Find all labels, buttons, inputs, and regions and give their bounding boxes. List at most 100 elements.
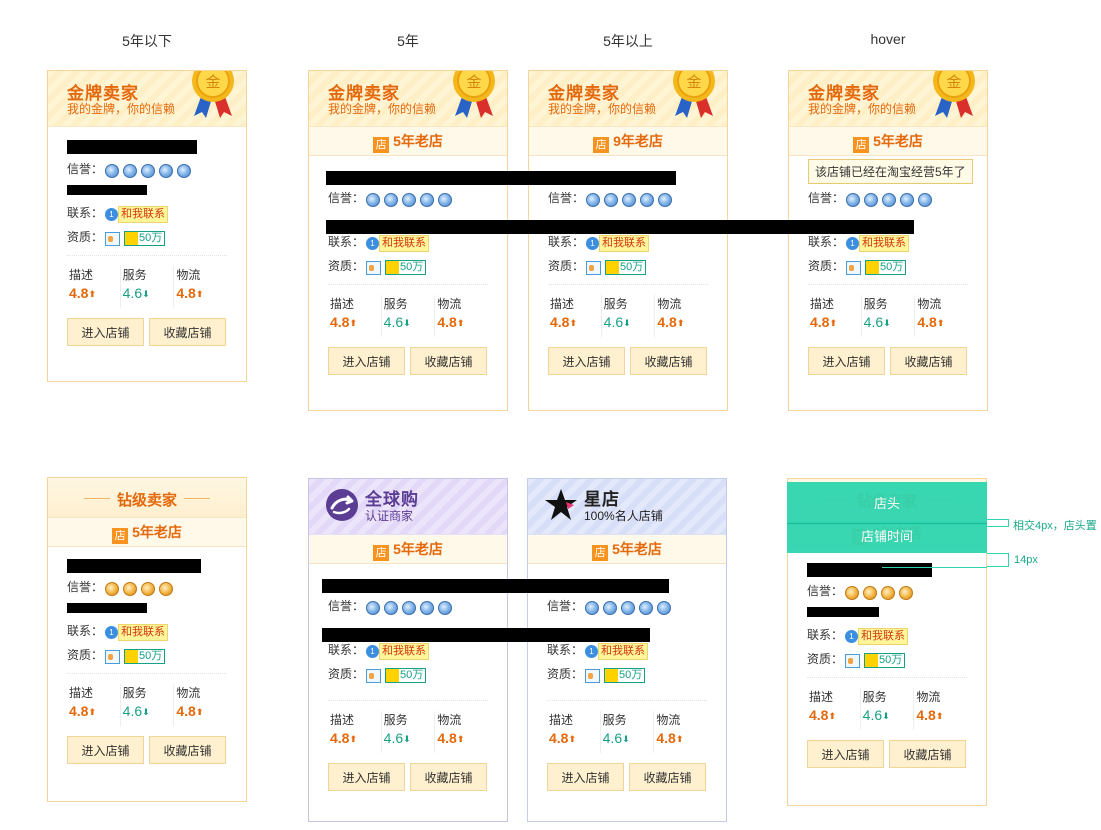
credit-medals-icon bbox=[105, 158, 195, 182]
score-panel: 描述 4.8⬆ 服务 4.6⬇ 物流 4.8⬆ bbox=[807, 678, 967, 740]
contact-button[interactable]: 1 和我联系 bbox=[846, 235, 909, 253]
shop-card-gold-hover: 金牌卖家 我的金牌，你的信赖 金 店 5年老店 信誉： 联系： 1 和我联系 资质： 5… bbox=[788, 70, 988, 411]
collect-shop-button[interactable]: 收藏店铺 bbox=[629, 763, 706, 791]
id-card-icon bbox=[846, 260, 861, 275]
chat-icon: 1 bbox=[366, 237, 379, 251]
credit-medals-icon bbox=[366, 187, 456, 211]
enter-shop-button[interactable]: 进入店铺 bbox=[67, 318, 144, 346]
shop-badge-icon: 店 bbox=[853, 137, 870, 153]
redacted-info bbox=[67, 185, 147, 195]
deposit-badge: 50万 bbox=[124, 231, 166, 247]
chat-icon: 1 bbox=[586, 237, 599, 251]
collect-shop-button[interactable]: 收藏店铺 bbox=[890, 347, 967, 375]
contact-button[interactable]: 1 和我联系 bbox=[105, 206, 168, 224]
collect-shop-button[interactable]: 收藏店铺 bbox=[630, 347, 707, 375]
annotation-note-gap: 14px bbox=[1014, 554, 1038, 566]
chat-icon: 1 bbox=[105, 626, 118, 640]
annotation-divider bbox=[787, 523, 987, 524]
collect-shop-button[interactable]: 收藏店铺 bbox=[149, 318, 226, 346]
enter-shop-button[interactable]: 进入店铺 bbox=[548, 347, 625, 375]
gold-medal-icon: 金 bbox=[192, 71, 234, 118]
deposit-badge: 50万 bbox=[864, 653, 906, 669]
score-panel: 描述 4.8⬆ 服务 4.6⬇ 物流 4.8⬆ bbox=[67, 674, 227, 736]
shop-card-gold-over5: 金牌卖家 我的金牌，你的信赖 金 店 9年老店 信誉： 联系： 1 和我联系 资质： 5… bbox=[528, 70, 728, 411]
score-panel: 描述 4.8⬆ 服务 4.6⬇ 物流 4.8⬆ bbox=[547, 701, 707, 763]
shop-age: 店 9年老店 bbox=[529, 127, 727, 156]
score-panel: 描述 4.8⬆ 服务 4.6⬇ 物流 4.8⬆ bbox=[548, 285, 708, 347]
card-header: 钻级卖家 bbox=[48, 478, 246, 518]
header-subtitle: 我的金牌，你的信赖 bbox=[67, 102, 176, 116]
card-header: 金牌卖家 我的金牌，你的信赖 金 bbox=[309, 71, 507, 127]
credit-row: 信誉： bbox=[67, 157, 227, 181]
credit-crowns-icon bbox=[845, 580, 917, 604]
deposit-badge: 50万 bbox=[604, 668, 646, 684]
annotation-guide bbox=[882, 567, 987, 568]
enter-shop-button[interactable]: 进入店铺 bbox=[547, 763, 624, 791]
credit-medals-icon bbox=[846, 187, 936, 211]
contact-button[interactable]: 1 和我联系 bbox=[105, 624, 168, 642]
deposit-badge: 50万 bbox=[385, 260, 427, 276]
enter-shop-button[interactable]: 进入店铺 bbox=[808, 347, 885, 375]
contact-button[interactable]: 1 和我联系 bbox=[366, 643, 429, 661]
card-header: 金牌卖家 我的金牌，你的信赖 金 bbox=[529, 71, 727, 127]
credit-crowns-icon bbox=[105, 576, 177, 600]
credit-medals-icon bbox=[366, 595, 456, 619]
qual-row: 资质： 50万 bbox=[67, 225, 227, 249]
contact-button[interactable]: 1 和我联系 bbox=[366, 235, 429, 253]
shop-age: 店5年老店 bbox=[48, 518, 246, 547]
enter-shop-button[interactable]: 进入店铺 bbox=[807, 740, 884, 768]
gold-medal-icon: 金 bbox=[673, 71, 715, 118]
contact-button[interactable]: 1 和我联系 bbox=[845, 628, 908, 646]
shop-age: 店5年老店 bbox=[528, 535, 726, 564]
shop-card-diamond: 钻级卖家 店 5年老店 信誉： 联系： 1 和我联系 资质： 50万 描述 4.8⬆ 服务… bbox=[47, 477, 247, 802]
id-card-icon bbox=[105, 649, 120, 664]
annotation-head: 店头 bbox=[787, 482, 987, 525]
svg-text:金: 金 bbox=[946, 73, 961, 91]
deposit-badge: 50万 bbox=[605, 260, 647, 276]
shop-age-tooltip: 该店铺已经在淘宝经营5年了 bbox=[808, 159, 973, 184]
caption-hover: hover bbox=[870, 31, 906, 47]
card-header: 金牌卖家 我的金牌，你的信赖 金 bbox=[789, 71, 987, 127]
id-card-icon bbox=[845, 653, 860, 668]
chat-icon: 1 bbox=[845, 630, 858, 644]
shop-age[interactable]: 店 5年老店 bbox=[789, 127, 987, 156]
chat-icon: 1 bbox=[846, 237, 859, 251]
shop-badge-icon: 店 bbox=[112, 528, 129, 544]
header-subtitle: 100%名人店铺 bbox=[584, 509, 663, 523]
annotation-bracket-overlap bbox=[987, 519, 1009, 527]
id-card-icon bbox=[585, 668, 600, 683]
enter-shop-button[interactable]: 进入店铺 bbox=[328, 347, 405, 375]
chat-icon: 1 bbox=[585, 645, 598, 659]
caption-5: 5年 bbox=[397, 33, 419, 49]
contact-button[interactable]: 1 和我联系 bbox=[586, 235, 649, 253]
redacted-bar bbox=[326, 171, 676, 185]
score-panel: 描述 4.8⬆ 服务 4.6⬇ 物流 4.8⬆ bbox=[808, 285, 968, 347]
deposit-badge: 50万 bbox=[385, 668, 427, 684]
gold-medal-icon: 金 bbox=[453, 71, 495, 118]
enter-shop-button[interactable]: 进入店铺 bbox=[328, 763, 405, 791]
id-card-icon bbox=[366, 668, 381, 683]
redacted-bar bbox=[322, 579, 669, 593]
contact-button[interactable]: 1 和我联系 bbox=[585, 643, 648, 661]
annotation-note-overlap: 相交4px，店头置 bbox=[1013, 520, 1097, 532]
score-panel: 描述 4.8⬆ 服务 4.6⬇ 物流 4.8⬆ bbox=[67, 256, 227, 318]
annotation-bracket-gap bbox=[987, 553, 1009, 567]
shop-card-gold-5: 金牌卖家 我的金牌，你的信赖 金 店 5年老店 信誉： 联系： 1 和我联系 资质： 5… bbox=[308, 70, 508, 411]
collect-shop-button[interactable]: 收藏店铺 bbox=[889, 740, 966, 768]
contact-row: 联系： 1 和我联系 bbox=[67, 201, 227, 225]
redacted-info bbox=[807, 607, 879, 617]
caption-under-5: 5年以下 bbox=[122, 33, 172, 49]
redacted-bar bbox=[326, 220, 914, 234]
deposit-badge: 50万 bbox=[124, 649, 166, 665]
collect-shop-button[interactable]: 收藏店铺 bbox=[410, 347, 487, 375]
collect-shop-button[interactable]: 收藏店铺 bbox=[410, 763, 487, 791]
enter-shop-button[interactable]: 进入店铺 bbox=[67, 736, 144, 764]
collect-shop-button[interactable]: 收藏店铺 bbox=[149, 736, 226, 764]
redacted-info bbox=[67, 603, 147, 613]
shop-card-gold-under5: 金牌卖家 我的金牌，你的信赖 金 信誉： 联系： 1 和我联系 资质： 50万 描述 4… bbox=[47, 70, 247, 382]
gold-medal-icon: 金 bbox=[933, 71, 975, 118]
card-header: 星店 100%名人店铺 bbox=[528, 479, 726, 535]
header-title: 钻级卖家 bbox=[116, 492, 177, 509]
score-panel: 描述 4.8⬆ 服务 4.6⬇ 物流 4.8⬆ bbox=[328, 701, 488, 763]
card-header: 金牌卖家 我的金牌，你的信赖 金 bbox=[48, 71, 246, 127]
